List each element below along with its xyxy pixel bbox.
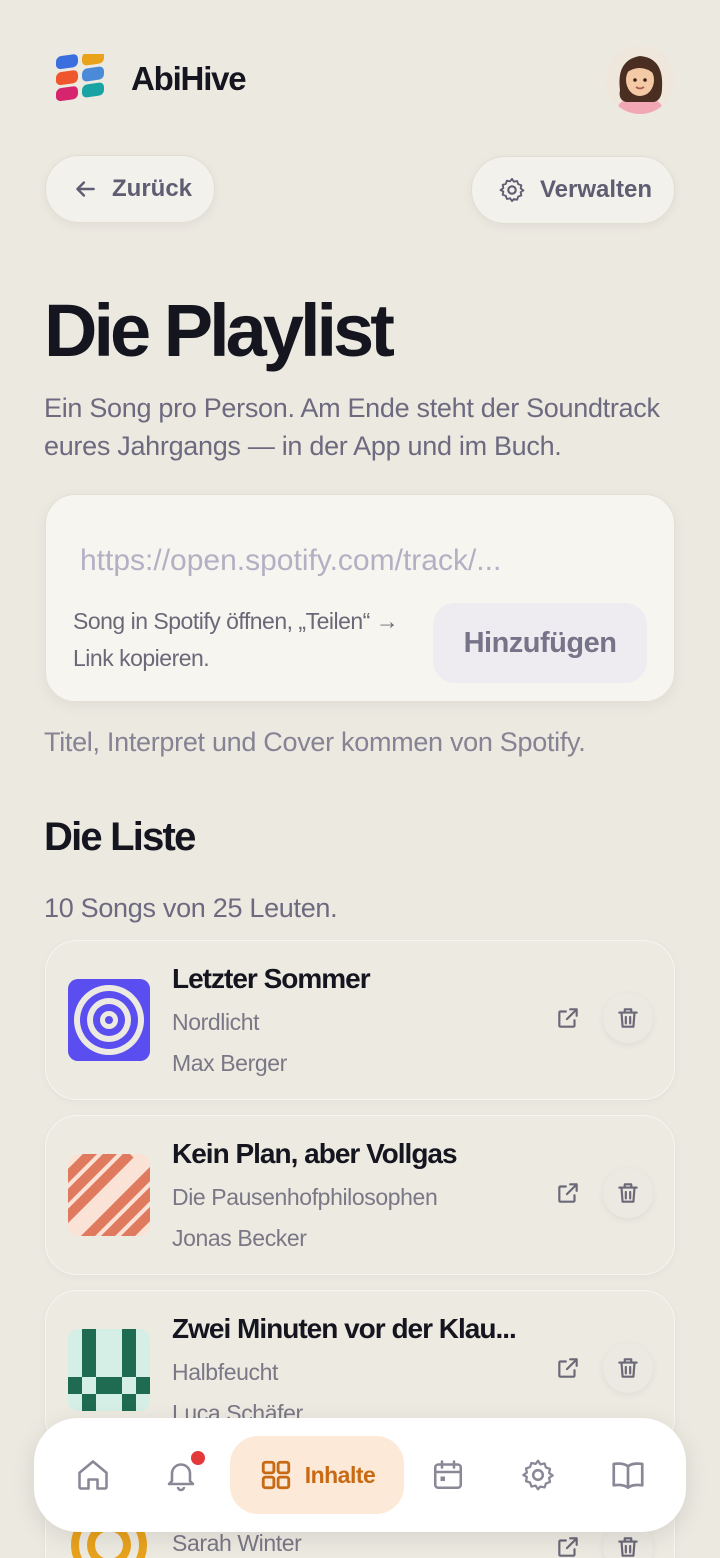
song-artist: Nordlicht (172, 1009, 260, 1035)
add-song-button[interactable]: Hinzufügen (433, 603, 647, 683)
trash-icon (618, 1008, 638, 1028)
song-added-by: Sarah Winter (172, 1530, 302, 1556)
open-external-button[interactable] (553, 1532, 583, 1558)
open-external-button[interactable] (553, 1353, 583, 1383)
nav-book[interactable] (597, 1436, 659, 1514)
avatar-image (606, 46, 674, 114)
song-card[interactable]: Kein Plan, aber Vollgas Die Pausenhofphi… (45, 1115, 675, 1275)
gear-icon (522, 1459, 554, 1491)
cover-art (68, 1329, 150, 1411)
open-external-button[interactable] (553, 1178, 583, 1208)
external-link-icon (558, 1358, 578, 1378)
list-title: Die Liste (44, 815, 196, 859)
abihive-logo (56, 54, 104, 102)
cover-art (68, 1154, 150, 1236)
page-subtitle: Ein Song pro Person. Am Ende steht der S… (44, 393, 660, 461)
page-title: Die Playlist (44, 289, 395, 372)
song-card[interactable]: Letzter Sommer Nordlicht Max Berger (45, 940, 675, 1100)
delete-button[interactable] (603, 993, 653, 1043)
nav-settings[interactable] (507, 1436, 569, 1514)
external-link-icon (558, 1008, 578, 1028)
brand-name: AbiHive (131, 60, 247, 97)
delete-button[interactable] (603, 1168, 653, 1218)
song-title: Zwei Minuten vor der Klau... (172, 1313, 517, 1344)
spotify-link-input[interactable] (80, 539, 640, 583)
song-title: Letzter Sommer (172, 963, 371, 994)
add-song-card: Song in Spotify öffnen, „Teilen“ → Link … (45, 494, 675, 702)
manage-button-label: Verwalten (540, 176, 653, 203)
nav-inhalte[interactable]: Inhalte (230, 1436, 404, 1514)
nav-inhalte-label: Inhalte (304, 1461, 376, 1488)
song-added-by: Jonas Becker (172, 1225, 307, 1251)
avatar[interactable] (606, 46, 674, 114)
song-artist: Die Pausenhofphilosophen (172, 1184, 438, 1210)
nav-home[interactable] (62, 1436, 124, 1514)
book-icon (612, 1462, 644, 1490)
song-artist: Halbfeucht (172, 1359, 278, 1385)
back-button-label: Zurück (112, 175, 193, 202)
add-song-hint: Song in Spotify öffnen, „Teilen“ → Link … (73, 608, 399, 671)
cover-art (68, 979, 150, 1061)
nav-notifications[interactable] (150, 1436, 212, 1514)
trash-icon (618, 1358, 638, 1378)
delete-button[interactable] (603, 1343, 653, 1393)
trash-icon (618, 1183, 638, 1203)
bottom-nav: Inhalte (34, 1418, 686, 1532)
trash-icon (618, 1537, 638, 1557)
home-icon (78, 1460, 108, 1490)
spotify-source-note: Titel, Interpret und Cover kommen von Sp… (44, 727, 586, 757)
notification-dot (191, 1451, 205, 1465)
nav-calendar[interactable] (417, 1436, 479, 1514)
back-button[interactable]: Zurück (45, 155, 215, 223)
app-header: AbiHive (0, 0, 720, 150)
grid-icon (261, 1460, 290, 1490)
open-external-button[interactable] (553, 1003, 583, 1033)
calendar-icon (433, 1460, 463, 1490)
external-link-icon (558, 1183, 578, 1203)
manage-button[interactable]: Verwalten (471, 156, 675, 224)
external-link-icon (558, 1537, 578, 1557)
gear-icon (499, 177, 525, 203)
song-count: 10 Songs von 25 Leuten. (44, 893, 338, 923)
song-added-by: Max Berger (172, 1050, 287, 1076)
arrow-left-icon (76, 181, 95, 197)
song-title: Kein Plan, aber Vollgas (172, 1138, 458, 1169)
